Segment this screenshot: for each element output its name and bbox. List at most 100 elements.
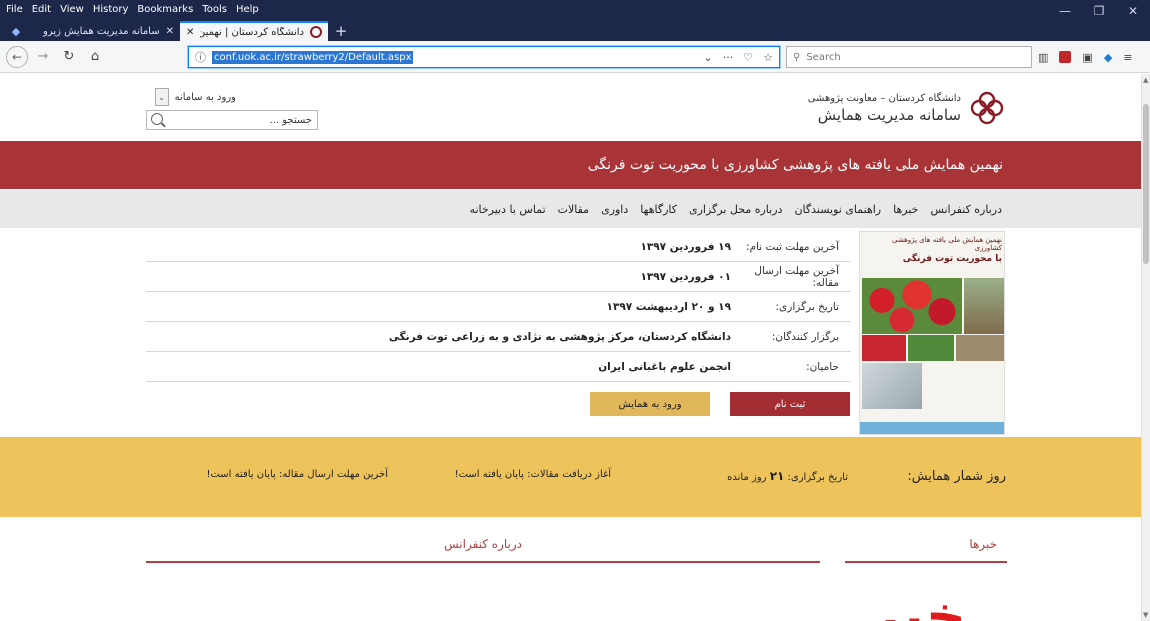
search-placeholder: Search <box>806 51 841 63</box>
close-tab-icon[interactable]: ✕ <box>166 26 174 37</box>
nav-news[interactable]: خبرها <box>893 203 918 216</box>
countdown-section: روز شمار همایش: تاریخ برگزاری: ۲۱ روز ما… <box>0 437 1141 517</box>
conference-title: نهمین همایش ملی یافته های پژوهشی کشاورزی… <box>587 157 1003 173</box>
extension-icon[interactable]: ◆ <box>1104 51 1112 64</box>
countdown-paper-deadline: آخرین مهلت ارسال مقاله: پایان یافته است! <box>206 469 388 480</box>
countdown-event-date: تاریخ برگزاری: ۲۱ روز مانده <box>727 469 848 483</box>
menu-bar: File Edit View History Bookmarks Tools H… <box>6 4 259 15</box>
info-row: آخرین مهلت ثبت نام: ۱۹ فروردین ۱۳۹۷ <box>146 232 851 262</box>
info-label: برگزار کنندگان: <box>771 330 839 343</box>
scrollbar-thumb[interactable] <box>1143 104 1149 264</box>
tab-title: سامانه مدیریت همایش زیرو <box>42 25 160 37</box>
enter-conference-button[interactable]: ورود به همایش <box>590 392 710 416</box>
site-info-icon[interactable]: ⓘ <box>195 49 206 65</box>
nav-author-guide[interactable]: راهنمای نویسندگان <box>794 203 881 216</box>
countdown-days-value: ۲۱ <box>769 469 785 483</box>
tab-strip: ◆ ✕ سامانه مدیریت همایش زیرو دانشگاه کرد… <box>0 21 354 41</box>
minimize-icon[interactable]: — <box>1048 0 1082 22</box>
info-label: آخرین مهلت ثبت نام: <box>746 240 839 253</box>
menu-file[interactable]: File <box>6 4 23 15</box>
search-icon[interactable] <box>151 113 163 125</box>
info-value: ۰۱ فروردین ۱۳۹۷ <box>640 270 731 283</box>
countdown-title: روز شمار همایش: <box>907 469 1006 484</box>
hamburger-menu-icon[interactable]: ≡ <box>1123 51 1132 64</box>
site-search-input[interactable]: جستجو ... <box>146 110 318 130</box>
close-tab-icon[interactable]: ✕ <box>186 27 194 38</box>
sidebar-icon[interactable]: ▣ <box>1082 51 1092 64</box>
toolbar-icons: ▥ ▣ ◆ ≡ <box>1038 46 1133 68</box>
poster-greenhouse-image <box>862 363 922 409</box>
pinned-tab-icon[interactable]: ◆ <box>0 21 32 41</box>
info-value: ۱۹ فروردین ۱۳۹۷ <box>640 240 731 253</box>
menu-edit[interactable]: Edit <box>32 4 51 15</box>
news-heading: خبرها <box>845 533 1007 563</box>
register-button[interactable]: ثبت نام <box>730 392 850 416</box>
restore-icon[interactable]: ❐ <box>1082 0 1116 22</box>
conference-poster[interactable]: نهمین همایش ملی یافته های پژوهشی کشاورزی… <box>859 231 1005 435</box>
nav-venue[interactable]: درباره محل برگزاری <box>689 203 782 216</box>
nav-contact[interactable]: تماس با دبیرخانه <box>470 203 546 216</box>
poster-photo-3 <box>956 335 1004 361</box>
home-icon[interactable]: ⌂ <box>84 46 106 68</box>
poster-photo-1 <box>862 335 906 361</box>
menu-help[interactable]: Help <box>236 4 259 15</box>
new-tab-button[interactable]: + <box>328 21 354 41</box>
pocket-save-icon[interactable] <box>1059 51 1072 63</box>
url-text[interactable]: conf.uok.ac.ir/strawberry2/Default.aspx <box>212 50 414 64</box>
countdown-paper-start: آغاز دریافت مقالات: پایان یافته است! <box>454 469 611 480</box>
news-image[interactable]: خبر <box>838 576 1000 621</box>
close-window-icon[interactable]: ✕ <box>1116 0 1150 22</box>
info-value: انجمن علوم باغبانی ایران <box>598 360 731 373</box>
countdown-event-label: تاریخ برگزاری: <box>787 472 848 483</box>
countdown-days-suffix: روز مانده <box>727 472 767 483</box>
info-label: آخرین مهلت ارسال مقاله: <box>754 264 839 289</box>
bookmark-star-icon[interactable]: ☆ <box>763 51 773 64</box>
tab-university-kurdistan[interactable]: دانشگاه کردستان | نهمین همایش ✕ <box>180 21 328 41</box>
menu-history[interactable]: History <box>93 4 129 15</box>
login-label: ورود به سامانه <box>174 91 236 103</box>
menu-tools[interactable]: Tools <box>202 4 227 15</box>
scroll-up-icon[interactable]: ▲ <box>1143 76 1148 84</box>
about-conference-heading: درباره کنفرانس <box>146 533 820 563</box>
info-label: حامیان: <box>806 360 839 373</box>
university-emblem-icon <box>969 90 1005 126</box>
main-navigation: درباره کنفرانس خبرها راهنمای نویسندگان د… <box>0 190 1141 228</box>
scroll-down-icon[interactable]: ▼ <box>1143 611 1148 619</box>
menu-bookmarks[interactable]: Bookmarks <box>137 4 193 15</box>
nav-workshops[interactable]: کارگاهها <box>640 203 677 216</box>
library-icon[interactable]: ▥ <box>1038 51 1048 64</box>
info-row: برگزار کنندگان: دانشگاه کردستان، مرکز پژ… <box>146 322 851 352</box>
nav-review[interactable]: داوری <box>601 203 628 216</box>
nav-about-conference[interactable]: درباره کنفرانس <box>930 203 1002 216</box>
info-value: دانشگاه کردستان، مرکز پژوهشی به نژادی و … <box>388 330 731 343</box>
info-label: تاریخ برگزاری: <box>775 300 839 313</box>
tab-conference-system[interactable]: ✕ سامانه مدیریت همایش زیرو <box>32 21 180 41</box>
poster-strawberry-image <box>862 278 962 334</box>
browser-titlebar: File Edit View History Bookmarks Tools H… <box>0 0 1150 41</box>
forward-arrow-icon[interactable]: → <box>32 46 54 68</box>
nav-papers[interactable]: مقالات <box>558 203 589 216</box>
address-bar[interactable]: ⓘ conf.uok.ac.ir/strawberry2/Default.asp… <box>188 46 780 68</box>
back-arrow-icon[interactable]: ← <box>6 45 28 68</box>
dropdown-arrow-icon[interactable]: ⌄ <box>704 51 713 64</box>
logo-text: دانشگاه کردستان – معاونت پژوهشی سامانه م… <box>808 93 961 124</box>
conference-info-table: آخرین مهلت ثبت نام: ۱۹ فروردین ۱۳۹۷ آخری… <box>146 232 851 382</box>
menu-view[interactable]: View <box>60 4 84 15</box>
pocket-icon[interactable]: ♡ <box>743 51 753 64</box>
page-actions-icon[interactable]: ··· <box>723 51 734 64</box>
navigation-toolbar: ← → ↻ ⌂ ⓘ conf.uok.ac.ir/strawberry2/Def… <box>0 41 1150 73</box>
site-logo[interactable]: دانشگاه کردستان – معاونت پژوهشی سامانه م… <box>795 88 1005 128</box>
poster-farmer-image <box>964 278 1004 334</box>
info-row: حامیان: انجمن علوم باغبانی ایران <box>146 352 851 382</box>
login-dropdown[interactable]: ورود به سامانه ⌄ <box>146 88 236 106</box>
logo-title: سامانه مدیریت همایش <box>817 105 961 124</box>
page-scrollbar[interactable]: ▲ ▼ <box>1141 74 1150 621</box>
search-bar[interactable]: ⚲ Search <box>786 46 1032 68</box>
chevron-down-icon[interactable]: ⌄ <box>154 88 169 106</box>
info-value: ۱۹ و ۲۰ اردیبهشت ۱۳۹۷ <box>606 300 731 313</box>
info-row: آخرین مهلت ارسال مقاله: ۰۱ فروردین ۱۳۹۷ <box>146 262 851 292</box>
info-row: تاریخ برگزاری: ۱۹ و ۲۰ اردیبهشت ۱۳۹۷ <box>146 292 851 322</box>
search-placeholder: جستجو ... <box>269 114 312 126</box>
reload-icon[interactable]: ↻ <box>58 46 80 68</box>
logo-subtitle: دانشگاه کردستان – معاونت پژوهشی <box>807 92 961 104</box>
